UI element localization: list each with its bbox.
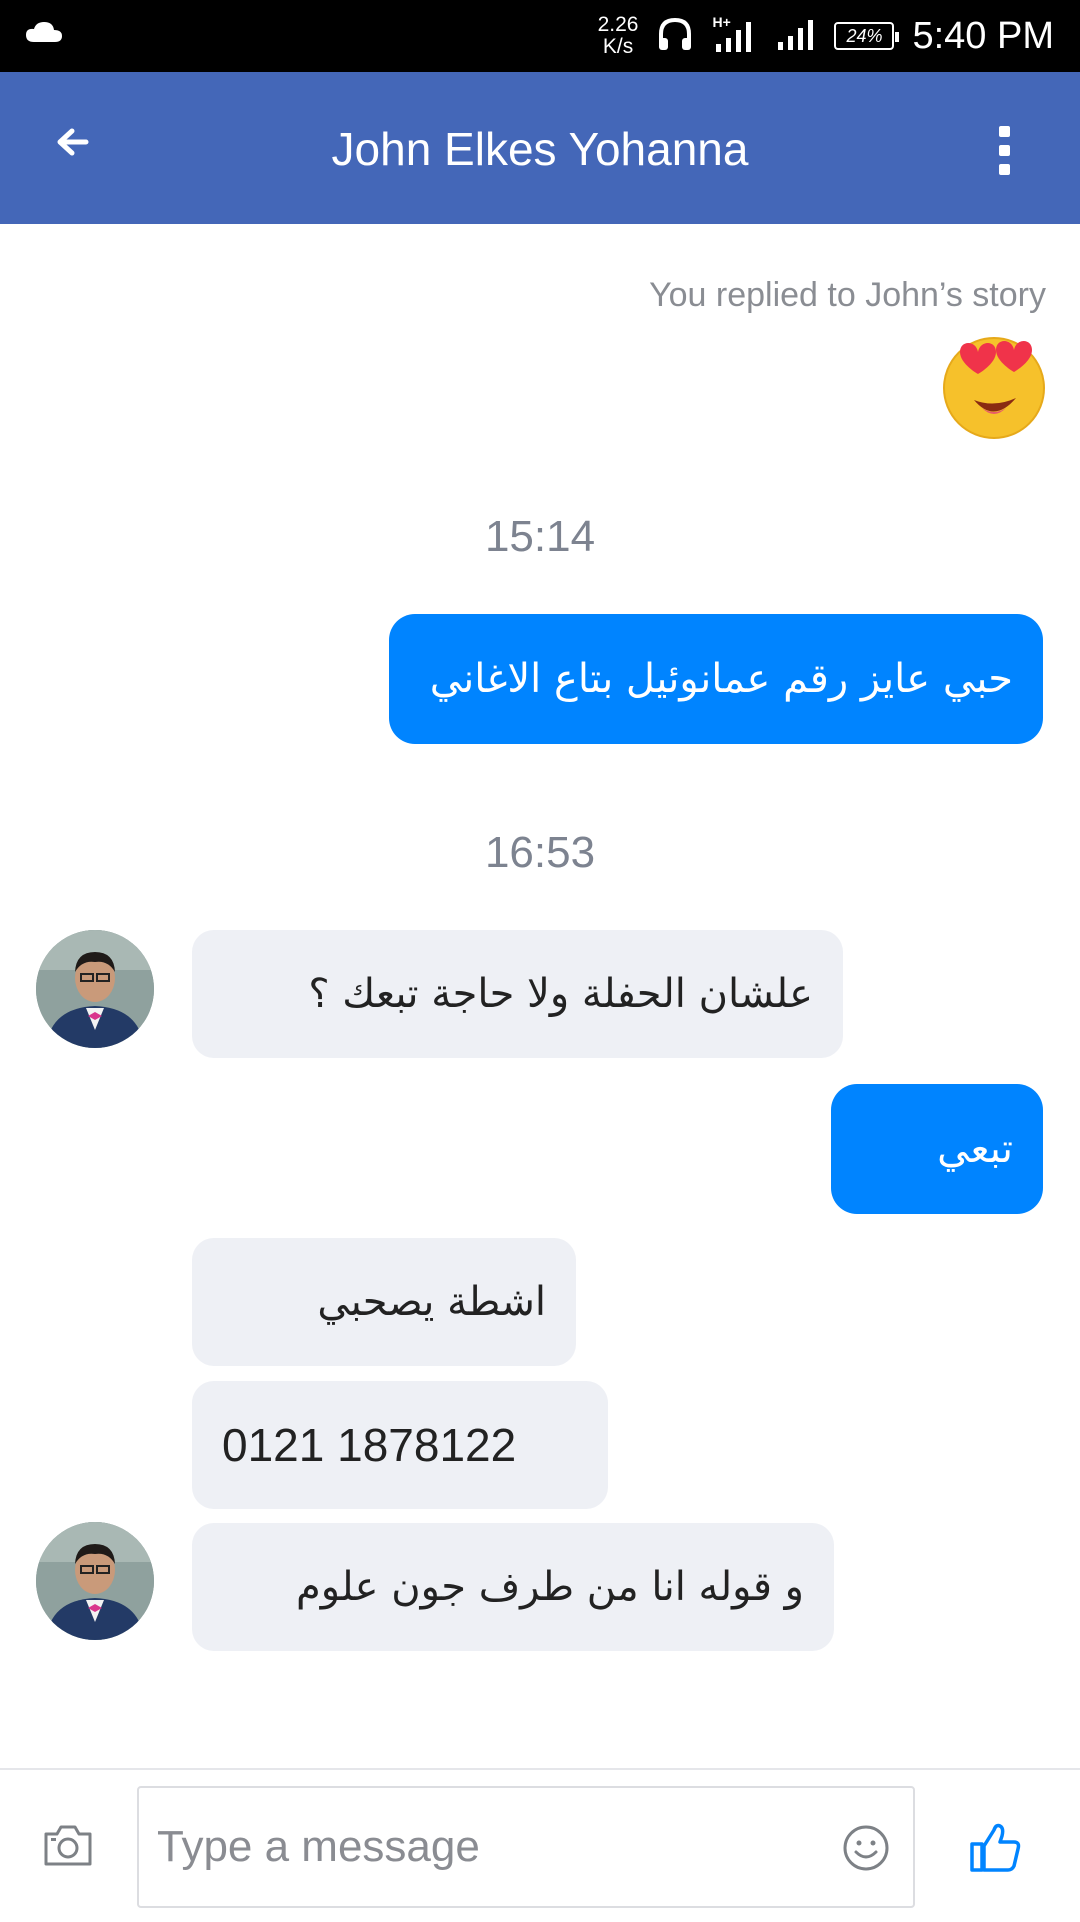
message-composer bbox=[0, 1768, 1080, 1922]
incoming-message[interactable]: علشان الحفلة ولا حاجة تبعك ؟ bbox=[192, 930, 843, 1058]
network-speed-unit: K/s bbox=[602, 35, 634, 58]
network-speed: 2.26 K/s bbox=[598, 14, 639, 58]
outgoing-message[interactable]: تبعي bbox=[831, 1084, 1043, 1214]
message-text: علشان الحفلة ولا حاجة تبعك ؟ bbox=[308, 971, 813, 1017]
emoji-button[interactable] bbox=[842, 1824, 890, 1872]
battery-icon: 24% bbox=[834, 22, 900, 50]
message-timestamp: 15:14 bbox=[484, 512, 596, 561]
signal-icon: H+ bbox=[712, 14, 758, 54]
like-button[interactable] bbox=[968, 1820, 1024, 1876]
incoming-message[interactable]: 0121 1878122 bbox=[192, 1381, 608, 1509]
outgoing-message[interactable]: حبي عايز رقم عمانوئيل بتاع الاغاني bbox=[389, 614, 1043, 744]
status-bar: 2.26 K/s H+ 24% 5:40 PM bbox=[0, 0, 1080, 72]
headphones-icon bbox=[656, 16, 694, 56]
more-vertical-icon-dot bbox=[998, 164, 1010, 175]
message-input[interactable] bbox=[137, 1786, 915, 1908]
avatar[interactable] bbox=[36, 1522, 154, 1640]
message-text: حبي عايز رقم عمانوئيل بتاع الاغاني bbox=[429, 656, 1013, 702]
cloud-icon bbox=[24, 20, 64, 50]
avatar[interactable] bbox=[36, 930, 154, 1048]
battery-level: 24% bbox=[846, 25, 883, 46]
incoming-message[interactable]: و قوله انا من طرف جون علوم bbox=[192, 1523, 834, 1651]
signal-icon bbox=[776, 16, 816, 56]
message-text: 0121 1878122 bbox=[222, 1419, 517, 1471]
contact-name[interactable]: John Elkes Yohanna bbox=[0, 122, 1080, 176]
more-vertical-icon bbox=[998, 126, 1010, 137]
thumbs-up-icon bbox=[970, 1823, 1021, 1872]
clock: 5:40 PM bbox=[912, 14, 1054, 57]
network-speed-value: 2.26 bbox=[597, 13, 639, 36]
message-timestamp: 16:53 bbox=[484, 828, 596, 877]
heart-eyes-emoji bbox=[938, 328, 1050, 440]
message-text: و قوله انا من طرف جون علوم bbox=[295, 1564, 804, 1610]
conversation-header: John Elkes Yohanna bbox=[0, 72, 1080, 224]
message-text: اشطة يصحبي bbox=[317, 1279, 546, 1325]
message-text: تبعي bbox=[937, 1126, 1013, 1172]
camera-icon bbox=[44, 1825, 92, 1866]
story-reply-note: You replied to John’s story bbox=[649, 276, 1046, 314]
camera-button[interactable] bbox=[42, 1822, 94, 1868]
more-options-button[interactable] bbox=[984, 126, 1024, 186]
smiley-icon bbox=[843, 1825, 889, 1871]
more-vertical-icon-dot bbox=[998, 145, 1010, 156]
incoming-message[interactable]: اشطة يصحبي bbox=[192, 1238, 576, 1366]
